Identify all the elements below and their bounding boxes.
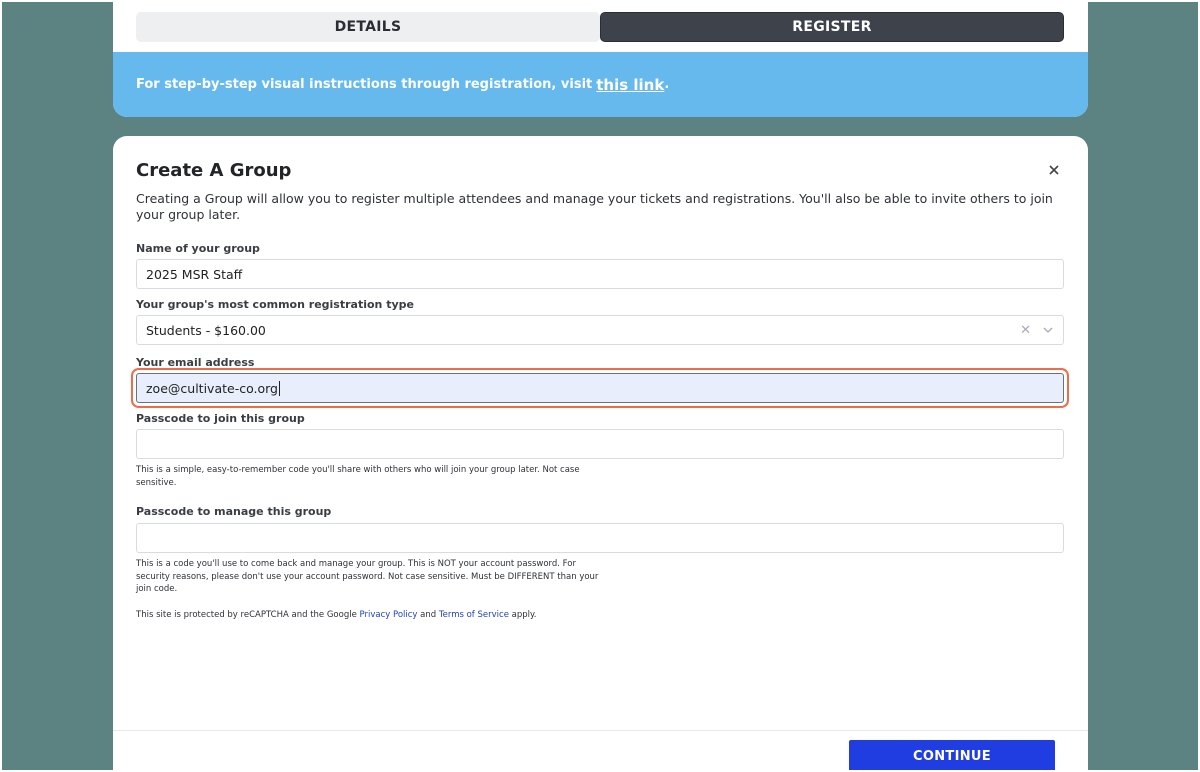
continue-button[interactable]: CONTINUE [849, 740, 1055, 770]
privacy-policy-link[interactable]: Privacy Policy [360, 610, 418, 620]
tab-register[interactable]: REGISTER [600, 12, 1064, 42]
join-code-help: This is a simple, easy-to-remember code … [136, 465, 580, 488]
join-code-input[interactable] [136, 429, 1064, 459]
tab-bar: DETAILS REGISTER [136, 12, 1064, 42]
close-icon[interactable] [1046, 162, 1062, 178]
modal-intro: Creating a Group will allow you to regis… [136, 191, 1053, 222]
chevron-down-icon[interactable] [1042, 324, 1054, 336]
page-background: DETAILS REGISTER For step-by-step visual… [2, 2, 1198, 770]
join-code-label: Passcode to join this group [136, 412, 305, 425]
tab-details[interactable]: DETAILS [136, 12, 600, 42]
recaptcha-suffix: apply. [511, 610, 537, 620]
instructions-banner: For step-by-step visual instructions thr… [113, 52, 1088, 117]
manage-code-input[interactable] [136, 523, 1064, 553]
terms-of-service-link[interactable]: Terms of Service [439, 610, 509, 620]
email-value: zoe@cultivate-co.org [146, 380, 278, 396]
group-name-input[interactable]: 2025 MSR Staff [136, 259, 1064, 289]
banner-suffix: . [664, 77, 670, 92]
recaptcha-and: and [420, 610, 437, 620]
create-group-modal: Create A Group Creating a Group will all… [113, 136, 1088, 770]
recaptcha-notice: This site is protected by reCAPTCHA and … [136, 609, 736, 622]
manage-code-help: This is a code you'll use to come back a… [136, 559, 599, 594]
modal-footer: CONTINUE [113, 730, 1088, 770]
text-caret [278, 380, 280, 396]
banner-text: For step-by-step visual instructions thr… [136, 77, 593, 92]
recaptcha-prefix: This site is protected by reCAPTCHA and … [136, 610, 357, 620]
group-name-label: Name of your group [136, 242, 260, 255]
banner-link[interactable]: this link [596, 76, 664, 94]
reg-type-label: Your group's most common registration ty… [136, 298, 414, 311]
top-panel: DETAILS REGISTER For step-by-step visual… [113, 2, 1088, 117]
reg-type-value: Students - $160.00 [146, 322, 266, 338]
email-input[interactable]: zoe@cultivate-co.org [136, 373, 1064, 403]
modal-title: Create A Group [136, 160, 292, 181]
clear-icon[interactable]: ✕ [1020, 323, 1031, 338]
email-label: Your email address [136, 356, 255, 369]
reg-type-select[interactable]: Students - $160.00 ✕ [136, 315, 1064, 345]
group-name-value: 2025 MSR Staff [146, 266, 243, 282]
manage-code-label: Passcode to manage this group [136, 505, 332, 518]
